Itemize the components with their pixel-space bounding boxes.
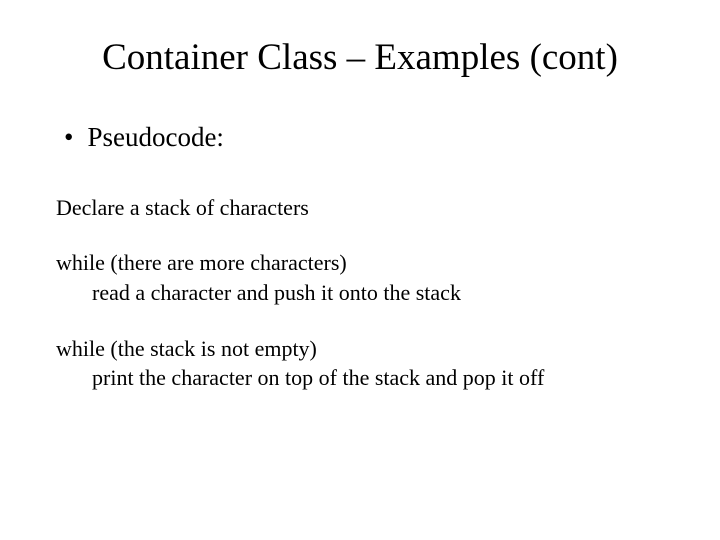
pseudo-while-2-head: while (the stack is not empty): [56, 334, 664, 364]
pseudo-while-1-body: read a character and push it onto the st…: [56, 278, 664, 308]
slide: Container Class – Examples (cont) • Pseu…: [0, 0, 720, 393]
bullet-dot-icon: •: [64, 124, 73, 151]
bullet-item: • Pseudocode:: [56, 123, 664, 153]
pseudo-while-2: while (the stack is not empty) print the…: [56, 334, 664, 393]
pseudo-while-1: while (there are more characters) read a…: [56, 248, 664, 307]
pseudo-declare: Declare a stack of characters: [56, 193, 664, 223]
pseudo-while-2-body: print the character on top of the stack …: [56, 363, 664, 393]
pseudocode-block: Declare a stack of characters while (the…: [56, 193, 664, 393]
bullet-label: Pseudocode:: [87, 123, 223, 153]
slide-title: Container Class – Examples (cont): [56, 36, 664, 79]
pseudo-while-1-head: while (there are more characters): [56, 248, 664, 278]
